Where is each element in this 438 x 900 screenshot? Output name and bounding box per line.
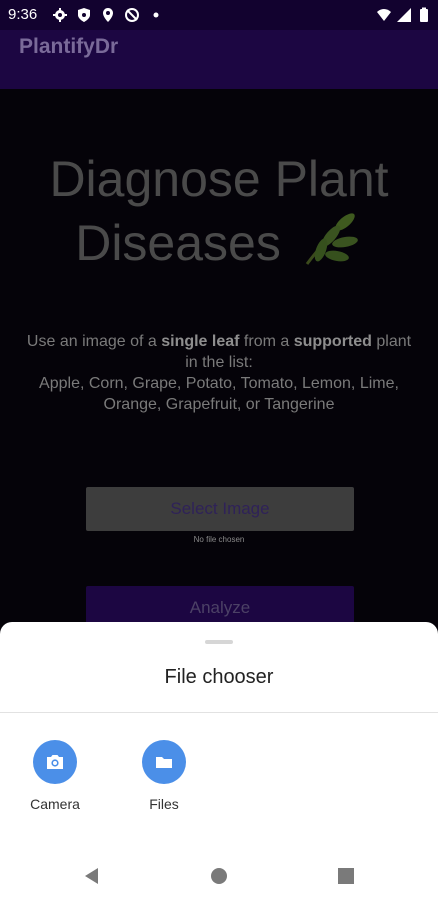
camera-icon <box>33 740 77 784</box>
select-image-button[interactable]: Select Image <box>86 487 354 531</box>
sheet-divider <box>0 712 438 713</box>
signal-icon <box>397 8 411 22</box>
drag-handle[interactable] <box>205 640 233 644</box>
files-label: Files <box>149 796 179 812</box>
camera-label: Camera <box>30 796 80 812</box>
no-file-label: No file chosen <box>193 535 245 544</box>
shield-icon <box>78 8 90 22</box>
location-pin-icon <box>103 8 113 22</box>
status-time: 9:36 <box>8 6 38 23</box>
page-headline: Diagnose Plant Diseases <box>0 150 438 272</box>
instructions-middle: from a <box>239 333 294 350</box>
status-icons-right <box>376 7 432 23</box>
instructions-bold-1: single leaf <box>161 333 240 350</box>
supported-plants-list: Apple, Corn, Grape, Potato, Tomato, Lemo… <box>39 375 399 413</box>
no-data-icon <box>125 8 139 22</box>
instructions-bold-2: supported <box>293 333 372 350</box>
sheet-title: File chooser <box>164 666 274 688</box>
back-icon[interactable] <box>81 865 103 887</box>
headline-line-2-text: Diseases <box>75 215 281 271</box>
status-icons-left <box>52 7 164 23</box>
instructions-text: Use an image of a single leaf from a sup… <box>20 331 418 415</box>
recents-icon[interactable] <box>335 865 357 887</box>
leaf-icon <box>305 213 358 265</box>
status-bar: 9:36 <box>0 0 438 30</box>
wifi-icon <box>377 9 391 21</box>
files-option[interactable]: Files <box>114 740 214 812</box>
home-icon[interactable] <box>208 865 230 887</box>
battery-icon <box>420 7 428 22</box>
headline-line-1: Diagnose Plant <box>49 151 389 207</box>
camera-option[interactable]: Camera <box>5 740 105 812</box>
headline-line-2: Diseases <box>0 208 438 272</box>
dot-icon <box>153 12 159 18</box>
instructions-prefix: Use an image of a <box>26 333 162 350</box>
nav-bar <box>0 850 438 900</box>
folder-icon <box>142 740 186 784</box>
gear-icon <box>53 8 67 22</box>
app-title: PlantifyDr <box>19 35 119 58</box>
